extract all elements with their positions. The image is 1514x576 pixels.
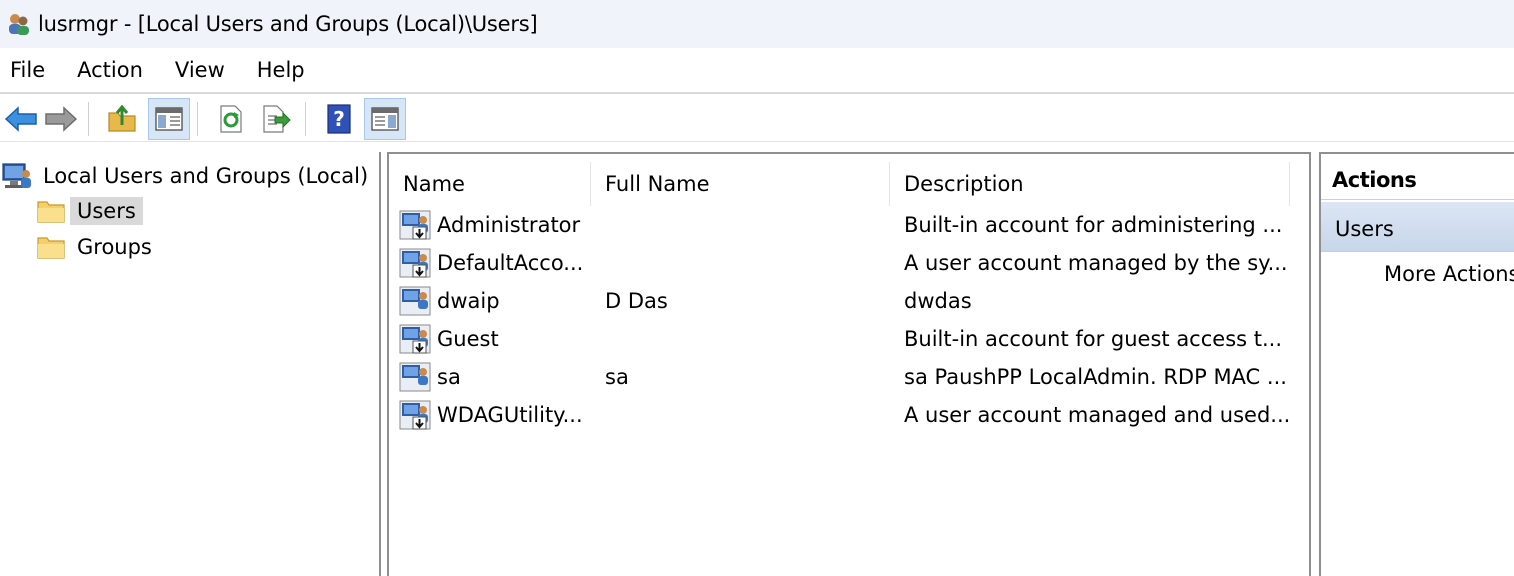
- cell-name: DefaultAcco...: [437, 251, 584, 275]
- toolbar-separator: [197, 102, 198, 136]
- cell-full-name: D Das: [605, 289, 668, 313]
- console-tree-pane: Local Users and Groups (Local) Users Gro…: [0, 152, 381, 576]
- actions-header: Actions: [1321, 160, 1514, 200]
- cell-full-name: [605, 244, 885, 282]
- toolbar: ?: [0, 96, 1514, 142]
- cell-description: A user account managed and used...: [904, 403, 1291, 427]
- table-row[interactable]: WDAGUtility... A user account managed and…: [399, 396, 1299, 434]
- show-hide-action-pane-button[interactable]: [364, 98, 406, 140]
- menu-file[interactable]: File: [0, 58, 61, 82]
- back-arrow-icon: [4, 106, 37, 132]
- cell-name: Guest: [437, 327, 499, 351]
- help-icon: ?: [327, 104, 351, 134]
- cell-description: A user account managed by the sy...: [904, 251, 1288, 275]
- disabled-user-icon: [399, 324, 431, 354]
- help-button[interactable]: ?: [318, 98, 360, 140]
- cell-description: Built-in account for guest access t...: [904, 327, 1283, 351]
- refresh-button[interactable]: [210, 98, 252, 140]
- menu-action[interactable]: Action: [67, 58, 159, 82]
- tree-item-users-label: Users: [70, 197, 143, 225]
- cell-name: Administrator: [437, 213, 581, 237]
- cell-full-name: [605, 396, 885, 434]
- tree-item-groups[interactable]: Groups: [36, 230, 159, 264]
- menu-help[interactable]: Help: [247, 58, 321, 82]
- cell-description: Built-in account for administering ...: [904, 213, 1283, 237]
- disabled-user-icon: [399, 248, 431, 278]
- column-header-name[interactable]: Name: [389, 162, 591, 206]
- cell-description: sa PaushPP LocalAdmin. RDP MAC ...: [904, 365, 1287, 389]
- tree-root-local-users-groups[interactable]: Local Users and Groups (Local): [0, 159, 375, 193]
- svg-text:?: ?: [333, 107, 345, 131]
- table-row[interactable]: DefaultAcco... A user account managed by …: [399, 244, 1299, 282]
- disabled-user-icon: [399, 210, 431, 240]
- cell-full-name: [605, 320, 885, 358]
- user-list-pane: Name Full Name Description Administrator…: [387, 152, 1311, 576]
- more-actions-link[interactable]: More Actions: [1384, 262, 1514, 286]
- cell-name: sa: [437, 365, 461, 389]
- user-icon: [399, 362, 431, 392]
- cell-full-name: sa: [605, 365, 629, 389]
- show-hide-action-pane-icon: [371, 107, 399, 131]
- actions-pane: Actions Users More Actions: [1319, 152, 1514, 576]
- forward-arrow-icon: [45, 106, 78, 132]
- refresh-icon: [220, 105, 242, 133]
- table-row[interactable]: Guest Built-in account for guest access t…: [399, 320, 1299, 358]
- tree-item-groups-label: Groups: [77, 235, 152, 259]
- cell-name: WDAGUtility...: [437, 403, 583, 427]
- disabled-user-icon: [399, 400, 431, 430]
- cell-description: dwdas: [904, 289, 972, 313]
- computer-users-icon: [2, 163, 31, 188]
- tree-root-label: Local Users and Groups (Local): [43, 164, 369, 188]
- users-groups-icon: [9, 14, 29, 35]
- column-header-full-name[interactable]: Full Name: [591, 162, 890, 206]
- table-row[interactable]: sa sa sa PaushPP LocalAdmin. RDP MAC ...: [399, 358, 1299, 396]
- up-one-level-button[interactable]: [101, 98, 143, 140]
- tree-item-users[interactable]: Users: [36, 194, 143, 228]
- table-row[interactable]: dwaip D Das dwdas: [399, 282, 1299, 320]
- menu-view[interactable]: View: [165, 58, 241, 82]
- menu-bar: File Action View Help: [0, 48, 1514, 94]
- table-row[interactable]: Administrator Built-in account for admini…: [399, 206, 1299, 244]
- user-icon: [399, 286, 431, 316]
- title-bar: lusrmgr - [Local Users and Groups (Local…: [0, 0, 1514, 48]
- show-hide-console-tree-button[interactable]: [148, 98, 190, 140]
- export-list-icon: [263, 105, 291, 133]
- toolbar-separator: [305, 102, 306, 136]
- show-hide-tree-icon: [155, 107, 183, 131]
- column-header-description[interactable]: Description: [890, 162, 1290, 206]
- folder-icon: [37, 237, 65, 259]
- cell-full-name: [605, 206, 885, 244]
- window-title: lusrmgr - [Local Users and Groups (Local…: [38, 12, 538, 36]
- forward-button[interactable]: [40, 98, 82, 140]
- toolbar-separator: [88, 102, 89, 136]
- cell-name: dwaip: [437, 289, 500, 313]
- back-button[interactable]: [0, 98, 42, 140]
- folder-icon: [37, 201, 65, 223]
- export-list-button[interactable]: [255, 98, 297, 140]
- actions-section-users[interactable]: Users: [1321, 202, 1514, 252]
- up-folder-icon: [108, 105, 136, 132]
